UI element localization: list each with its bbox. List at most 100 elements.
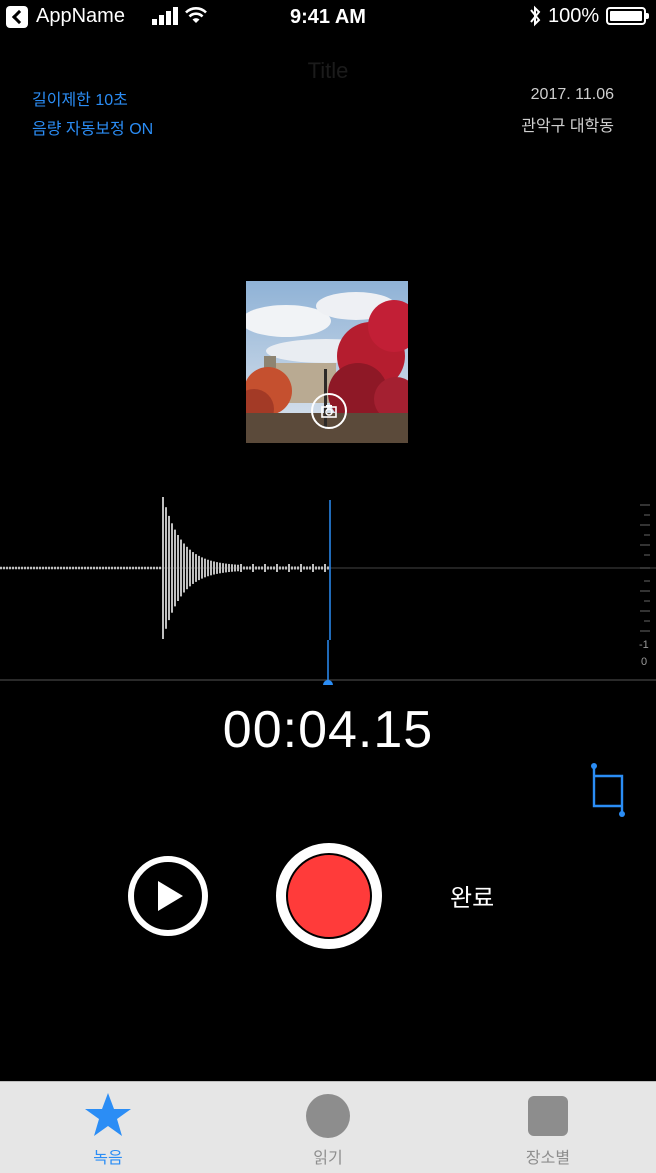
- status-bar: AppName 9:41 AM 100%: [0, 0, 656, 36]
- battery-icon: [606, 7, 649, 25]
- waveform-bar: [222, 563, 224, 573]
- waveform-bar: [216, 562, 218, 574]
- waveform-bar: [318, 566, 320, 570]
- waveform-bar: [195, 554, 197, 582]
- star-icon: [85, 1093, 131, 1136]
- waveform-bar: [18, 566, 20, 570]
- play-button[interactable]: [128, 856, 208, 936]
- waveform-bar: [294, 566, 296, 570]
- waveform-bar: [93, 566, 95, 570]
- waveform-bar: [240, 564, 242, 572]
- waveform-bar: [210, 560, 212, 576]
- tab-by-place-label: 장소별: [525, 1150, 571, 1167]
- waveform-bar: [234, 564, 236, 572]
- waveform-bar: [30, 566, 32, 570]
- waveform-bar: [54, 566, 56, 570]
- waveform-bar: [27, 566, 29, 570]
- done-button[interactable]: 완료: [450, 878, 494, 913]
- date-label: 2017. 11.06: [530, 86, 614, 103]
- waveform-bar: [60, 566, 62, 570]
- nav-title: Title: [307, 58, 349, 83]
- waveform-bar: [183, 543, 185, 593]
- waveform-bar: [306, 566, 308, 570]
- waveform-bar: [45, 566, 47, 570]
- waveform-bar: [303, 566, 305, 570]
- waveform-bar: [48, 566, 50, 570]
- waveform-bar: [153, 566, 155, 570]
- tab-bar: 녹음 읽기 장소별: [0, 1081, 656, 1173]
- waveform-bar: [228, 563, 230, 573]
- volume-auto-label[interactable]: 음량 자동보정 ON: [32, 115, 153, 139]
- waveform-bar: [39, 566, 41, 570]
- recording-timer: 00:04.15: [222, 701, 434, 759]
- waveform-bar: [84, 566, 86, 570]
- waveform-bar: [270, 566, 272, 570]
- waveform-bar: [261, 566, 263, 570]
- waveform-bar: [90, 566, 92, 570]
- waveform-bar: [273, 566, 275, 570]
- waveform-bar: [255, 566, 257, 570]
- camera-icon[interactable]: [311, 393, 347, 429]
- tab-read[interactable]: 읽기: [258, 1082, 398, 1173]
- waveform-bar: [282, 566, 284, 570]
- waveform-bar: [201, 557, 203, 579]
- waveform-bar: [21, 566, 23, 570]
- waveform-bar: [186, 546, 188, 590]
- waveform-bar: [33, 566, 35, 570]
- play-icon: [158, 881, 183, 911]
- bluetooth-icon: [530, 5, 541, 27]
- waveform-bar: [69, 566, 71, 570]
- waveform-bar: [138, 566, 140, 570]
- waveform-bar: [291, 566, 293, 570]
- audio-waveform[interactable]: -1 0: [0, 495, 656, 685]
- waveform-bar: [297, 566, 299, 570]
- waveform-bar: [66, 566, 68, 570]
- waveform-bar: [135, 566, 137, 570]
- location-label: 관악구 대학동: [521, 118, 614, 135]
- waveform-bar: [6, 566, 8, 570]
- waveform-bar: [75, 566, 77, 570]
- battery-percent: 100%: [548, 5, 600, 27]
- waveform-bar: [165, 507, 167, 629]
- waveform-bar: [300, 564, 302, 572]
- waveform-bar: [285, 566, 287, 570]
- waveform-bar: [129, 566, 131, 570]
- waveform-bar: [324, 564, 326, 572]
- tab-record[interactable]: 녹음: [38, 1082, 178, 1173]
- waveform-bar: [126, 566, 128, 570]
- crop-trim-icon[interactable]: [588, 762, 628, 818]
- waveform-bar: [162, 497, 164, 639]
- waveform-bar: [111, 566, 113, 570]
- waveform-bar: [180, 539, 182, 597]
- waveform-bar: [189, 549, 191, 587]
- waveform-bar: [132, 566, 134, 570]
- waveform-bar: [312, 564, 314, 572]
- waveform-bar: [72, 566, 74, 570]
- waveform-bar: [15, 566, 17, 570]
- waveform-bar: [0, 566, 2, 570]
- waveform-bar: [105, 566, 107, 570]
- length-limit-label[interactable]: 길이제한 10초: [32, 86, 128, 110]
- waveform-bar: [276, 564, 278, 572]
- waveform-bar: [150, 566, 152, 570]
- tab-by-place[interactable]: 장소별: [478, 1082, 618, 1173]
- waveform-bar: [9, 566, 11, 570]
- tab-read-label: 읽기: [313, 1150, 343, 1167]
- waveform-bar: [24, 566, 26, 570]
- waveform-bar: [171, 523, 173, 613]
- record-button[interactable]: [276, 843, 382, 949]
- scale-label-zero: 0: [641, 656, 647, 668]
- waveform-bar: [12, 566, 14, 570]
- waveform-bar: [288, 564, 290, 572]
- waveform-bar: [144, 566, 146, 570]
- waveform-bar: [168, 515, 170, 621]
- waveform-bar: [213, 561, 215, 575]
- waveform-bar: [264, 564, 266, 572]
- waveform-bar: [114, 566, 116, 570]
- waveform-bar: [315, 566, 317, 570]
- waveform-bar: [141, 566, 143, 570]
- waveform-bar: [246, 566, 248, 570]
- waveform-bar: [108, 566, 110, 570]
- waveform-bar: [309, 566, 311, 570]
- waveform-bar: [87, 566, 89, 570]
